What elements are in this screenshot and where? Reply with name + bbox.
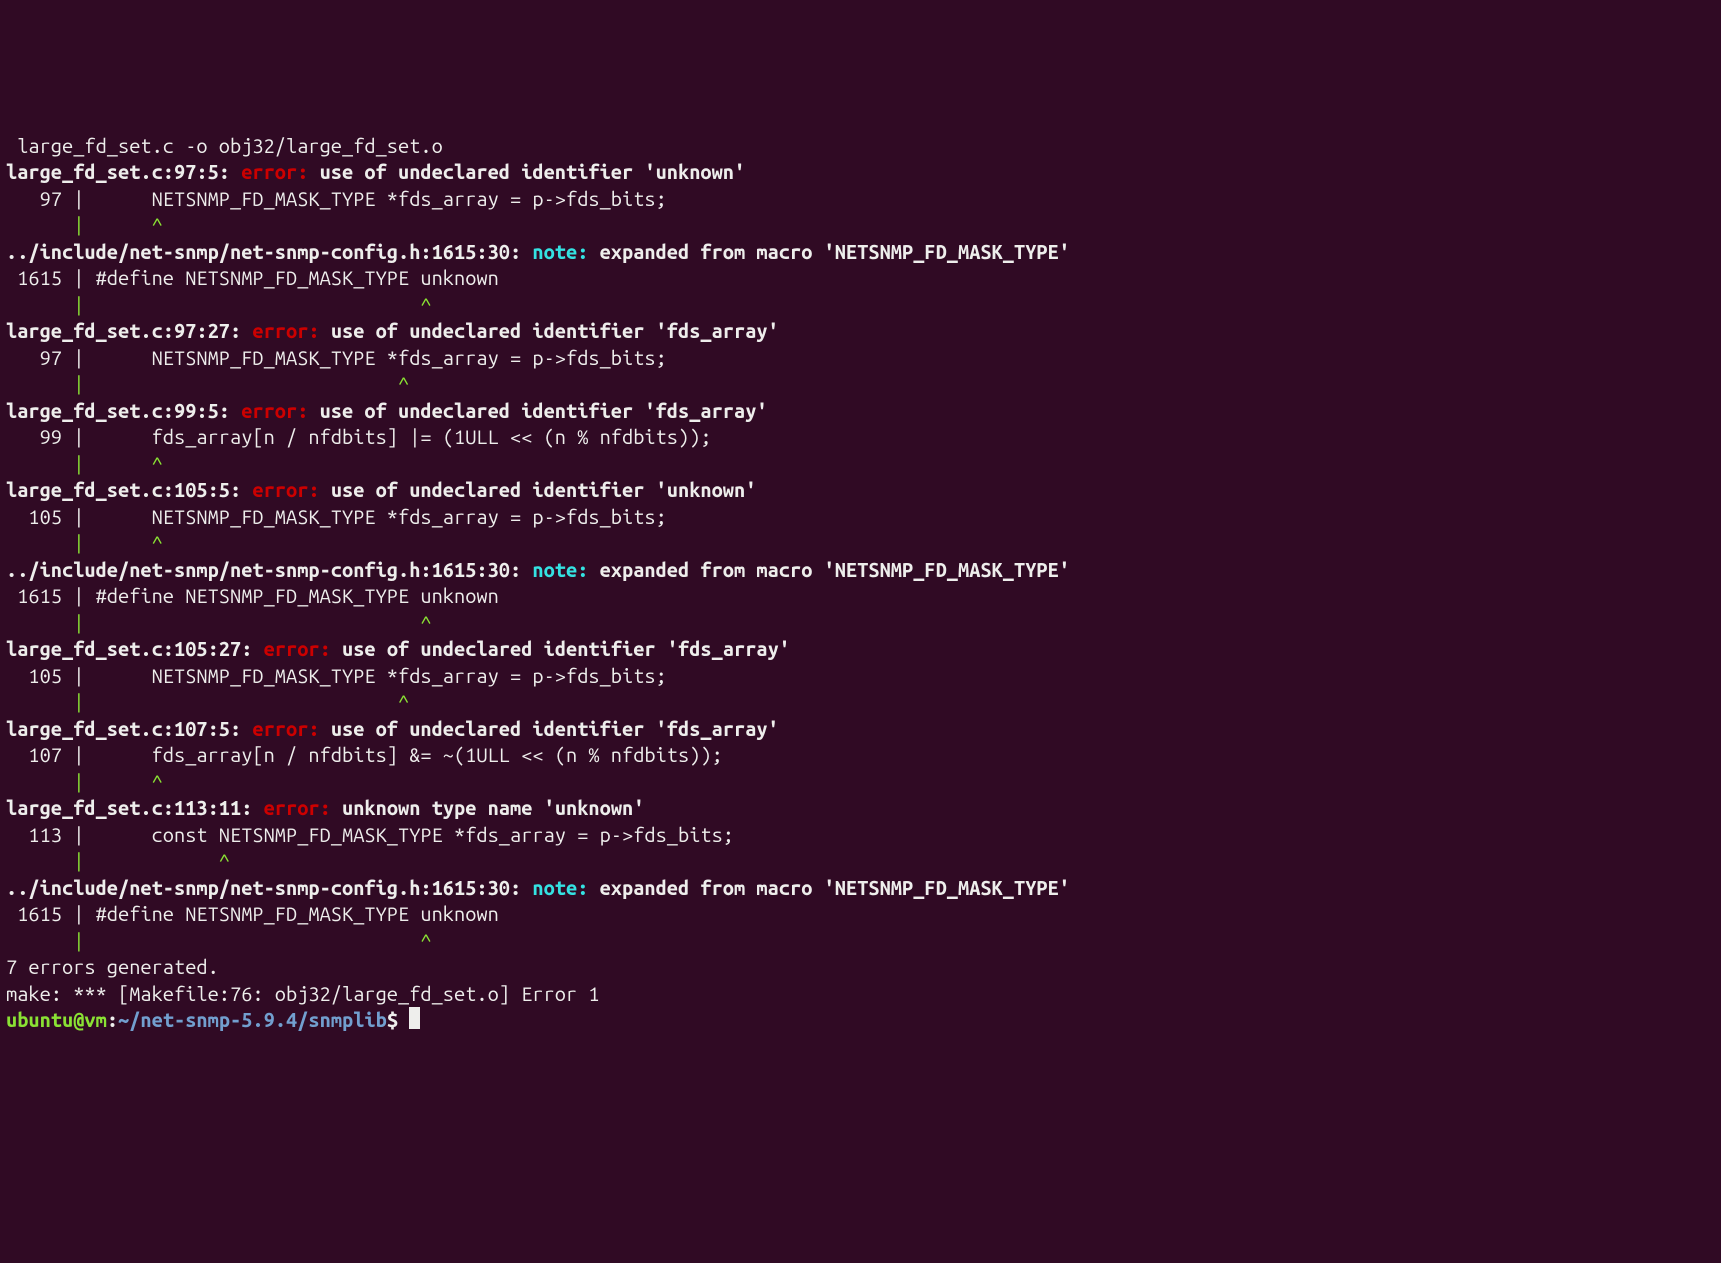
diag-error-tag: error: <box>241 160 319 183</box>
diag-loc: large_fd_set.c:105:27: <box>6 637 264 660</box>
diag-loc: large_fd_set.c:99:5: <box>6 399 241 422</box>
prompt-cwd: ~/net-snmp-5.9.4/snmplib <box>118 1008 387 1031</box>
diag-code: 107 | fds_array[n / nfdbits] &= ~(1ULL <… <box>6 743 723 766</box>
diag-msg: expanded from macro 'NETSNMP_FD_MASK_TYP… <box>600 558 1070 581</box>
diag-caret: | ^ <box>6 849 230 872</box>
diag-caret: | ^ <box>6 611 432 634</box>
make-error: make: *** [Makefile:76: obj32/large_fd_s… <box>6 982 600 1005</box>
prompt-dollar: $ <box>387 1008 409 1031</box>
diag-code: 99 | fds_array[n / nfdbits] |= (1ULL << … <box>6 425 712 448</box>
diag-msg: use of undeclared identifier 'fds_array' <box>320 399 768 422</box>
diag-loc: large_fd_set.c:97:27: <box>6 319 252 342</box>
diag-msg: expanded from macro 'NETSNMP_FD_MASK_TYP… <box>600 240 1070 263</box>
diag-caret: | ^ <box>6 213 163 236</box>
error-summary: 7 errors generated. <box>6 955 219 978</box>
diag-caret: | ^ <box>6 770 163 793</box>
diag-note-tag: note: <box>532 558 599 581</box>
diag-msg: use of undeclared identifier 'unknown' <box>331 478 757 501</box>
diag-msg: use of undeclared identifier 'fds_array' <box>331 319 779 342</box>
diag-error-tag: error: <box>252 319 330 342</box>
diag-note-tag: note: <box>532 240 599 263</box>
diag-loc: large_fd_set.c:105:5: <box>6 478 252 501</box>
diag-caret: | ^ <box>6 690 409 713</box>
diag-loc: ../include/net-snmp/net-snmp-config.h:16… <box>6 876 532 899</box>
diag-code: 97 | NETSNMP_FD_MASK_TYPE *fds_array = p… <box>6 187 667 210</box>
diag-code: 113 | const NETSNMP_FD_MASK_TYPE *fds_ar… <box>6 823 734 846</box>
diag-msg: use of undeclared identifier 'unknown' <box>320 160 746 183</box>
diag-loc: ../include/net-snmp/net-snmp-config.h:16… <box>6 558 532 581</box>
diag-error-tag: error: <box>252 717 330 740</box>
diag-error-tag: error: <box>252 478 330 501</box>
diag-note-tag: note: <box>532 876 599 899</box>
prompt-user-host: ubuntu@vm <box>6 1008 107 1031</box>
diag-loc: large_fd_set.c:107:5: <box>6 717 252 740</box>
diag-error-tag: error: <box>241 399 319 422</box>
diag-caret: | ^ <box>6 293 432 316</box>
diag-loc: ../include/net-snmp/net-snmp-config.h:16… <box>6 240 532 263</box>
diag-msg: use of undeclared identifier 'fds_array' <box>342 637 790 660</box>
diag-code: 1615 | #define NETSNMP_FD_MASK_TYPE unkn… <box>6 584 499 607</box>
diag-loc: large_fd_set.c:97:5: <box>6 160 241 183</box>
diag-caret: | ^ <box>6 452 163 475</box>
diag-msg: use of undeclared identifier 'fds_array' <box>331 717 779 740</box>
diag-code: 1615 | #define NETSNMP_FD_MASK_TYPE unkn… <box>6 266 499 289</box>
terminal-output[interactable]: large_fd_set.c -o obj32/large_fd_set.o l… <box>0 133 1721 1034</box>
diag-caret: | ^ <box>6 929 432 952</box>
diag-code: 105 | NETSNMP_FD_MASK_TYPE *fds_array = … <box>6 664 667 687</box>
diag-error-tag: error: <box>264 796 342 819</box>
diag-loc: large_fd_set.c:113:11: <box>6 796 264 819</box>
diag-msg: expanded from macro 'NETSNMP_FD_MASK_TYP… <box>600 876 1070 899</box>
diag-caret: | ^ <box>6 531 163 554</box>
diag-caret: | ^ <box>6 372 409 395</box>
diag-msg: unknown type name 'unknown' <box>342 796 644 819</box>
diag-code: 97 | NETSNMP_FD_MASK_TYPE *fds_array = p… <box>6 346 667 369</box>
prompt-colon: : <box>107 1008 118 1031</box>
cursor-icon[interactable] <box>409 1007 420 1029</box>
compile-cmd-line: large_fd_set.c -o obj32/large_fd_set.o <box>6 134 443 157</box>
diag-code: 105 | NETSNMP_FD_MASK_TYPE *fds_array = … <box>6 505 667 528</box>
diag-error-tag: error: <box>264 637 342 660</box>
diag-code: 1615 | #define NETSNMP_FD_MASK_TYPE unkn… <box>6 902 499 925</box>
